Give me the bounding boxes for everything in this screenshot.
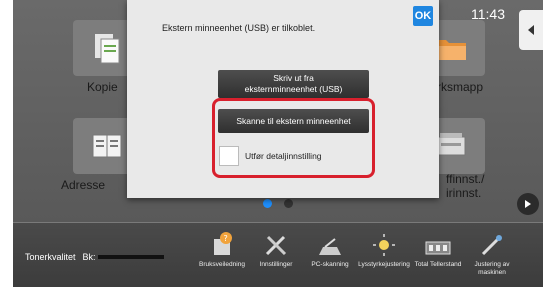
page-dot-active[interactable] bbox=[263, 199, 272, 208]
counter-icon bbox=[425, 241, 451, 255]
fileshare-tile-label: rksmapp bbox=[437, 80, 484, 94]
play-right-icon bbox=[525, 200, 531, 208]
usb-dialog: Ekstern minneenhet (USB) er tilkoblet. O… bbox=[127, 0, 439, 198]
settings-tile-label-2: irinnst. bbox=[446, 186, 482, 200]
toner-level-bar bbox=[97, 255, 164, 259]
brightness-button[interactable]: Lysstyrkejustering bbox=[358, 227, 410, 269]
tools-icon bbox=[265, 235, 287, 256]
next-page-button[interactable] bbox=[517, 193, 539, 215]
address-book-icon bbox=[92, 134, 122, 158]
page-dot[interactable] bbox=[284, 199, 293, 208]
pc-scan-button[interactable]: PC-skanning bbox=[304, 227, 356, 269]
settings-label: Innstillinger bbox=[259, 261, 293, 268]
svg-text:?: ? bbox=[224, 234, 228, 243]
total-count-button[interactable]: Total Tellerstand bbox=[412, 227, 464, 269]
copy-icon bbox=[95, 34, 120, 64]
detail-setting-label: Utfør detaljinnstilling bbox=[245, 151, 322, 161]
ok-button[interactable]: OK bbox=[413, 6, 433, 26]
user-guide-icon: ? bbox=[214, 232, 232, 255]
toner-color-label: Bk bbox=[82, 252, 94, 262]
print-from-usb-button[interactable]: Skriv ut fra eksternminneenhet (USB) bbox=[218, 70, 369, 98]
settings-tile-label-1: ffinnst./ bbox=[446, 172, 485, 186]
brightness-label: Lysstyrkejustering bbox=[358, 261, 410, 268]
total-count-label: Total Tellerstand bbox=[414, 261, 462, 268]
back-arrow-icon bbox=[528, 25, 534, 35]
usb-connected-message: Ekstern minneenhet (USB) er tilkoblet. bbox=[162, 23, 316, 33]
copy-tile-label: Kopie bbox=[87, 80, 118, 94]
machine-adjust-icon bbox=[481, 235, 502, 256]
detail-setting-row[interactable]: Utfør detaljinnstilling bbox=[219, 146, 322, 166]
toner-label: Tonerkvalitet bbox=[25, 252, 76, 262]
page-indicator bbox=[263, 199, 293, 208]
user-guide-label: Bruksveiledning bbox=[199, 261, 245, 268]
toner-status: Tonerkvalitet Bk: bbox=[25, 252, 164, 262]
address-tile-label: Adresse bbox=[61, 178, 106, 192]
scan-to-usb-button[interactable]: Skanne til ekstern minneenhet bbox=[218, 109, 369, 133]
detail-setting-checkbox[interactable] bbox=[219, 146, 239, 166]
brightness-icon bbox=[373, 234, 395, 256]
machine-adjust-button[interactable]: Justering av maskinen bbox=[466, 227, 518, 277]
back-button[interactable] bbox=[519, 10, 543, 50]
settings-button[interactable]: Innstillinger bbox=[250, 227, 302, 269]
folder-icon bbox=[436, 40, 466, 60]
user-guide-button[interactable]: ? Bruksveiledning bbox=[196, 227, 248, 269]
bottom-bar: Tonerkvalitet Bk: ? Bruksveiledning Inns… bbox=[13, 222, 543, 287]
machine-adjust-label: Justering av maskinen bbox=[474, 261, 510, 276]
touch-screen: 11:43 Kopie rksmapp Adresse ffinnst./ ir… bbox=[13, 0, 543, 287]
pc-scan-label: PC-skanning bbox=[311, 261, 349, 268]
scanner-icon bbox=[319, 238, 341, 255]
machine-icon bbox=[436, 133, 466, 156]
